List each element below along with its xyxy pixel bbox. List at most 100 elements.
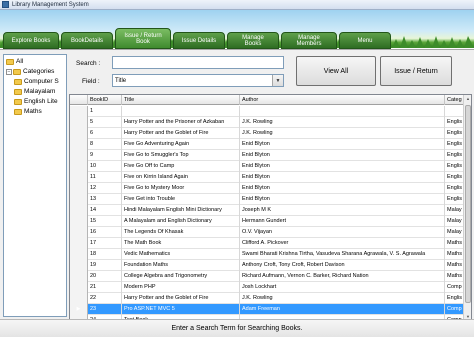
cell-bookid[interactable]: 19 bbox=[88, 260, 122, 271]
cell-title[interactable]: Five Go Adventuring Again bbox=[122, 139, 240, 150]
cell-category[interactable]: Maths bbox=[445, 238, 465, 249]
cell-author[interactable]: J.K. Rowling bbox=[240, 128, 445, 139]
table-row[interactable]: 1 bbox=[70, 106, 465, 117]
cell-author[interactable]: Richard Aufmann, Vernon C. Barker, Richa… bbox=[240, 271, 445, 282]
scroll-thumb[interactable] bbox=[465, 105, 471, 303]
cell-author[interactable]: O.V. Vijayan bbox=[240, 227, 445, 238]
cell-title[interactable]: Harry Potter and the Goblet of Fire bbox=[122, 128, 240, 139]
row-header[interactable] bbox=[70, 205, 88, 216]
cell-author[interactable]: Enid Blyton bbox=[240, 183, 445, 194]
cell-title[interactable]: Harry Potter and the Goblet of Fire bbox=[122, 293, 240, 304]
tab-menu[interactable]: Menu bbox=[339, 32, 391, 49]
cell-bookid[interactable]: 18 bbox=[88, 249, 122, 260]
cell-author[interactable]: Hermann Gundert bbox=[240, 216, 445, 227]
cell-author[interactable]: Enid Blyton bbox=[240, 172, 445, 183]
search-input[interactable] bbox=[112, 56, 284, 69]
cell-category[interactable] bbox=[445, 106, 465, 117]
cell-bookid[interactable]: 15 bbox=[88, 216, 122, 227]
table-row[interactable]: ▶ 23 Pro ASP.NET MVC 5 Adam Freeman Comp bbox=[70, 304, 465, 315]
cell-title[interactable]: Five on Kirrin Island Again bbox=[122, 172, 240, 183]
table-row[interactable]: 10 Five Go Off to Camp Enid Blyton Englis bbox=[70, 161, 465, 172]
cell-author[interactable]: Adam Freeman bbox=[240, 304, 445, 315]
tab-explore-books[interactable]: Explore Books bbox=[3, 32, 59, 49]
table-row[interactable]: 21 Modern PHP Josh Lockhart Comp bbox=[70, 282, 465, 293]
table-row[interactable]: 6 Harry Potter and the Goblet of Fire J.K.… bbox=[70, 128, 465, 139]
cell-author[interactable]: Enid Blyton bbox=[240, 194, 445, 205]
cell-category[interactable]: Maths bbox=[445, 260, 465, 271]
table-row[interactable]: 19 Foundation Maths Anthony Croft, Tony Cr… bbox=[70, 260, 465, 271]
tab-manage-books[interactable]: Manage Books bbox=[227, 32, 279, 49]
cell-category[interactable]: Englis bbox=[445, 128, 465, 139]
row-header[interactable] bbox=[70, 227, 88, 238]
cell-title[interactable]: Five Go to Smuggler's Top bbox=[122, 150, 240, 161]
column-header-category[interactable]: Categ bbox=[445, 95, 465, 105]
cell-bookid[interactable]: 5 bbox=[88, 117, 122, 128]
vertical-scrollbar[interactable]: ▲ ▼ bbox=[463, 95, 471, 319]
table-row[interactable]: 11 Five on Kirrin Island Again Enid Blyton… bbox=[70, 172, 465, 183]
cell-category[interactable]: Englis bbox=[445, 194, 465, 205]
cell-bookid[interactable]: 21 bbox=[88, 282, 122, 293]
tab-issue-return-book[interactable]: Issue / Return Book bbox=[115, 28, 171, 49]
cell-author[interactable]: Enid Blyton bbox=[240, 139, 445, 150]
row-header[interactable] bbox=[70, 216, 88, 227]
tree-node-maths[interactable]: Maths bbox=[14, 107, 42, 116]
cell-bookid[interactable]: 1 bbox=[88, 106, 122, 117]
row-header[interactable] bbox=[70, 271, 88, 282]
row-header[interactable] bbox=[70, 128, 88, 139]
table-row[interactable]: 9 Five Go to Smuggler's Top Enid Blyton Eng… bbox=[70, 150, 465, 161]
cell-author[interactable]: Swami Bharati Krishna Tirtha, Vasudeva S… bbox=[240, 249, 445, 260]
row-header[interactable] bbox=[70, 139, 88, 150]
row-header[interactable] bbox=[70, 150, 88, 161]
cell-category[interactable]: Englis bbox=[445, 183, 465, 194]
table-row[interactable]: 22 Harry Potter and the Goblet of Fire J.K… bbox=[70, 293, 465, 304]
cell-category[interactable]: Englis bbox=[445, 139, 465, 150]
cell-title[interactable]: Harry Potter and the Prisoner of Azkaban bbox=[122, 117, 240, 128]
cell-title[interactable] bbox=[122, 106, 240, 117]
cell-bookid[interactable]: 8 bbox=[88, 139, 122, 150]
view-all-button[interactable]: View All bbox=[296, 56, 376, 86]
issue-return-button[interactable]: Issue / Return bbox=[380, 56, 452, 86]
tab-book-details[interactable]: BookDetails bbox=[61, 32, 113, 49]
cell-author[interactable]: Anthony Croft, Tony Croft, Robert Daviso… bbox=[240, 260, 445, 271]
cell-title[interactable]: Hindi Malayalam English Mini Dictionary bbox=[122, 205, 240, 216]
column-header-title[interactable]: Title bbox=[122, 95, 240, 105]
cell-title[interactable]: The Math Book bbox=[122, 238, 240, 249]
row-header[interactable] bbox=[70, 117, 88, 128]
row-header[interactable] bbox=[70, 161, 88, 172]
table-row[interactable]: 20 College Algebra and Trigonometry Richar… bbox=[70, 271, 465, 282]
tree-node-computer-science[interactable]: Computer S bbox=[14, 77, 59, 86]
cell-author[interactable]: Josh Lockhart bbox=[240, 282, 445, 293]
cell-author[interactable]: J.K. Rowling bbox=[240, 293, 445, 304]
table-row[interactable]: 14 Hindi Malayalam English Mini Dictionar… bbox=[70, 205, 465, 216]
cell-bookid[interactable]: 23 bbox=[88, 304, 122, 315]
tree-node-malayalam[interactable]: Malayalam bbox=[14, 87, 55, 96]
cell-title[interactable]: Modern PHP bbox=[122, 282, 240, 293]
cell-title[interactable]: Foundation Maths bbox=[122, 260, 240, 271]
table-row[interactable]: 12 Five Go to Mystery Moor Enid Blyton Engl… bbox=[70, 183, 465, 194]
row-header[interactable]: ▶ bbox=[70, 304, 88, 315]
tree-node-all[interactable]: All bbox=[6, 57, 23, 66]
column-header-author[interactable]: Author bbox=[240, 95, 445, 105]
cell-bookid[interactable]: 12 bbox=[88, 183, 122, 194]
cell-bookid[interactable]: 17 bbox=[88, 238, 122, 249]
row-header[interactable] bbox=[70, 260, 88, 271]
row-header[interactable] bbox=[70, 249, 88, 260]
cell-bookid[interactable]: 11 bbox=[88, 172, 122, 183]
table-row[interactable]: 16 The Legends Of Khasak O.V. Vijayan Malay bbox=[70, 227, 465, 238]
cell-author[interactable]: Joseph M K bbox=[240, 205, 445, 216]
cell-bookid[interactable]: 10 bbox=[88, 161, 122, 172]
cell-bookid[interactable]: 6 bbox=[88, 128, 122, 139]
cell-author[interactable]: Clifford A. Pickover bbox=[240, 238, 445, 249]
cell-author[interactable] bbox=[240, 106, 445, 117]
cell-author[interactable]: Enid Blyton bbox=[240, 161, 445, 172]
cell-category[interactable]: Englis bbox=[445, 161, 465, 172]
cell-bookid[interactable]: 14 bbox=[88, 205, 122, 216]
cell-bookid[interactable]: 22 bbox=[88, 293, 122, 304]
chevron-down-icon[interactable]: ▼ bbox=[272, 75, 283, 86]
cell-category[interactable]: Malay bbox=[445, 227, 465, 238]
column-header-bookid[interactable]: BookID bbox=[88, 95, 122, 105]
cell-author[interactable]: J.K. Rowling bbox=[240, 117, 445, 128]
cell-title[interactable]: Vedic Mathematics bbox=[122, 249, 240, 260]
cell-category[interactable]: Maths bbox=[445, 271, 465, 282]
cell-title[interactable]: The Legends Of Khasak bbox=[122, 227, 240, 238]
